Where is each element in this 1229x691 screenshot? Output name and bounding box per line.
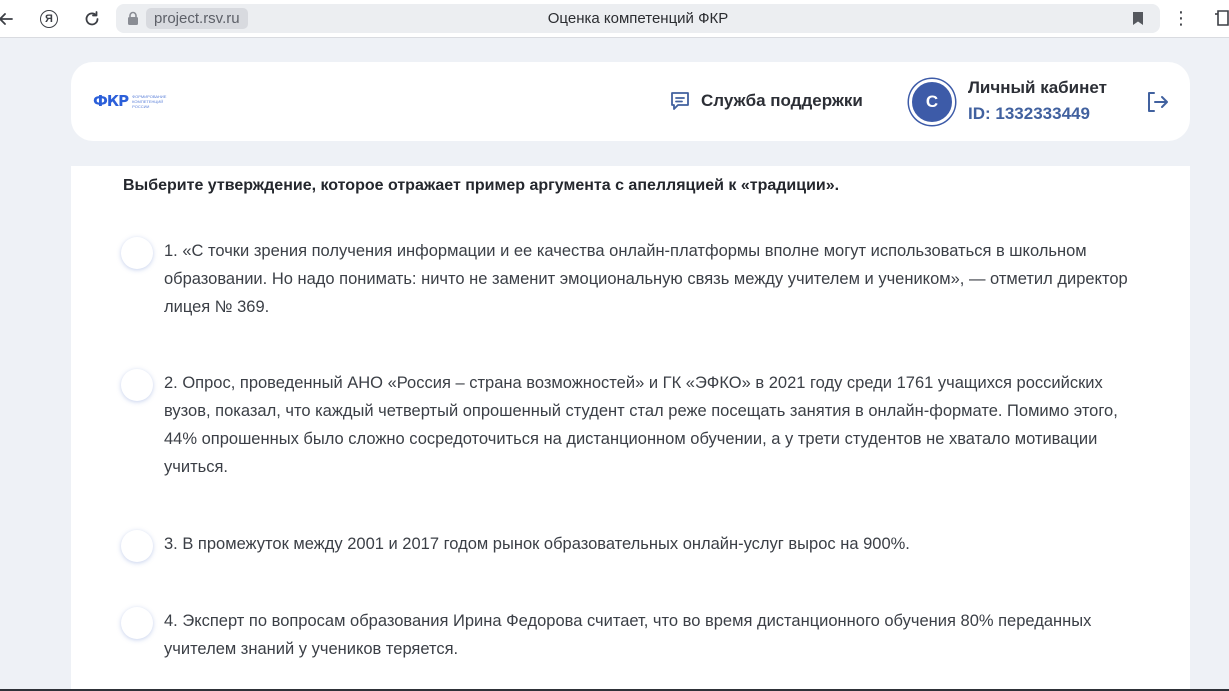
fkr-logo[interactable]: ФКР ФОРМИРОВАНИЕ КОМПЕТЕНЦИЙ РОССИИ: [93, 92, 178, 110]
account-title: Личный кабинет: [968, 78, 1107, 97]
answer-option-text[interactable]: 1. «С точки зрения получения информации …: [164, 237, 1149, 321]
account-block[interactable]: Личный кабинет ID: 1332333449: [968, 78, 1107, 124]
question-text: Выберите утверждение, которое отражает п…: [123, 177, 840, 194]
avatar[interactable]: С: [909, 79, 955, 125]
answer-option-text[interactable]: 4. Эксперт по вопросам образования Ирина…: [164, 607, 1149, 663]
url-text[interactable]: project.rsv.ru: [146, 8, 248, 29]
reload-icon[interactable]: [80, 7, 104, 31]
radio-button[interactable]: [121, 237, 153, 269]
radio-button[interactable]: [121, 530, 153, 562]
lock-icon: [128, 11, 138, 25]
logo-text: ФОРМИРОВАНИЕ КОМПЕТЕНЦИЙ РОССИИ: [132, 93, 167, 109]
page-tab-title: Оценка компетенций ФКР: [547, 10, 729, 27]
question-card: Выберите утверждение, которое отражает п…: [71, 166, 1190, 691]
yandex-icon[interactable]: Я: [37, 7, 61, 31]
browser-toolbar: Я project.rsv.ru Оценка компетенций ФКР …: [0, 0, 1229, 38]
answer-option-text[interactable]: 2. Опрос, проведенный АНО «Россия – стра…: [164, 369, 1149, 481]
support-link[interactable]: Служба поддержки: [669, 90, 863, 112]
logo-mark: ФКР: [93, 92, 129, 110]
browser-menu-icon[interactable]: ⋮: [1172, 8, 1190, 30]
extension-icon[interactable]: [1212, 8, 1229, 28]
support-label: Служба поддержки: [701, 91, 863, 110]
account-id: ID: 1332333449: [968, 104, 1090, 123]
radio-button[interactable]: [121, 369, 153, 401]
chat-icon: [671, 92, 689, 110]
site-header: ФКР ФОРМИРОВАНИЕ КОМПЕТЕНЦИЙ РОССИИ Служ…: [71, 62, 1190, 141]
logout-icon[interactable]: [1145, 91, 1169, 113]
back-arrow-icon[interactable]: [0, 7, 18, 31]
radio-button[interactable]: [121, 607, 153, 639]
address-bar[interactable]: project.rsv.ru Оценка компетенций ФКР: [116, 4, 1160, 33]
yandex-glyph: Я: [40, 10, 58, 28]
bookmark-icon[interactable]: [1132, 11, 1144, 26]
answer-option-text[interactable]: 3. В промежуток между 2001 и 2017 годом …: [164, 530, 1149, 558]
